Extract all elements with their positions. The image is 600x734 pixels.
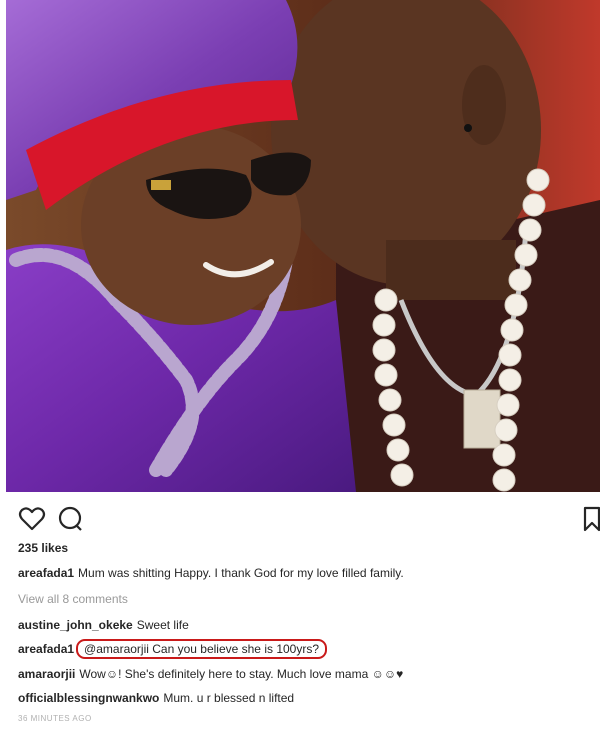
highlighted-comment-text: @amaraorjii Can you believe she is 100yr… [76, 639, 328, 659]
comment-text: Sweet life [136, 618, 189, 632]
comment-row: officialblessingnwankwo Mum. u r blessed … [18, 691, 294, 705]
photo-illustration [6, 0, 600, 492]
comment-text: Mum. u r blessed n lifted [163, 691, 295, 705]
comment-username[interactable]: officialblessingnwankwo [18, 691, 159, 705]
comment-row: austine_john_okeke Sweet life [18, 618, 189, 632]
comment-text: Wow☺! She's definitely here to stay. Muc… [79, 667, 404, 681]
post-photo[interactable] [6, 0, 600, 492]
post-timestamp: 36 MINUTES AGO [18, 714, 92, 723]
comment-username[interactable]: amaraorjii [18, 667, 75, 681]
comment-username[interactable]: areafada1 [18, 642, 74, 656]
post-actions [18, 505, 600, 533]
likes-count[interactable]: 235 likes [18, 541, 68, 555]
comment-username[interactable]: austine_john_okeke [18, 618, 133, 632]
caption-username[interactable]: areafada1 [18, 566, 74, 580]
post-caption: areafada1 Mum was shitting Happy. I thank… [18, 566, 404, 580]
caption-text: Mum was shitting Happy. I thank God for … [78, 566, 404, 580]
comment-bubble-icon[interactable] [56, 505, 84, 533]
heart-outline-icon[interactable] [18, 505, 46, 533]
bookmark-icon[interactable] [578, 505, 600, 533]
comment-row: amaraorjii Wow☺! She's definitely here to… [18, 667, 403, 681]
view-all-comments-link[interactable]: View all 8 comments [18, 592, 128, 606]
instagram-post: 235 likes areafada1 Mum was shitting Happ… [0, 0, 600, 734]
comment-row: areafada1 @amaraorjii Can you believe she… [18, 639, 328, 659]
